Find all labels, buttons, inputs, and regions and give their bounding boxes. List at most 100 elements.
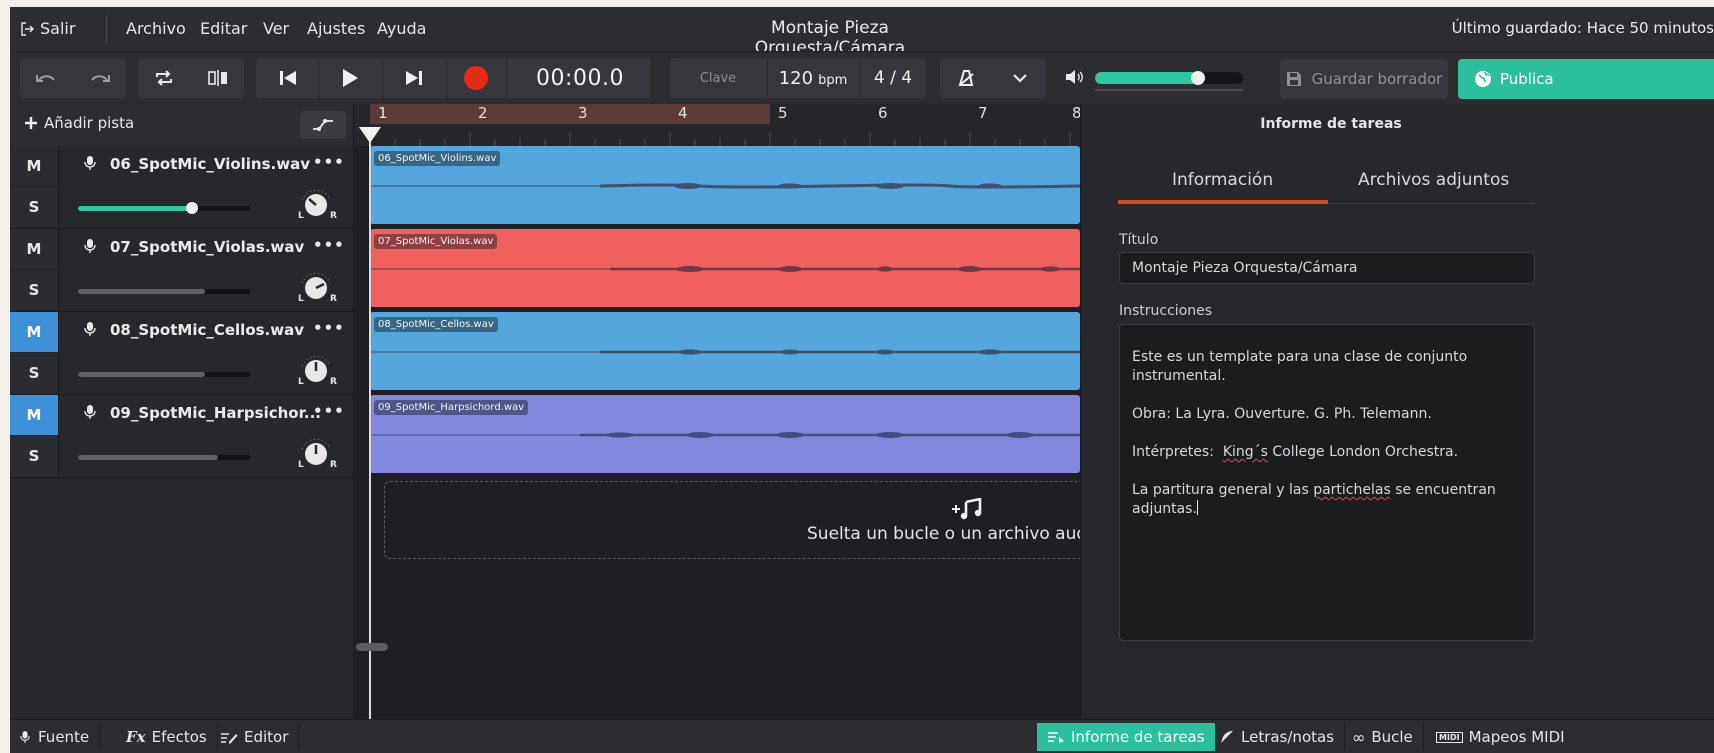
redo-button[interactable]: [74, 58, 126, 98]
playhead[interactable]: [369, 130, 371, 720]
horizontal-scrollbar[interactable]: [356, 643, 388, 651]
track-row[interactable]: M S 08_SpotMic_Cellos.wav ••• L R: [10, 312, 354, 395]
bar-number: 7: [978, 104, 988, 122]
track-volume-slider[interactable]: [78, 289, 250, 294]
mute-button[interactable]: M: [10, 312, 59, 352]
skip-back-button[interactable]: [262, 58, 314, 98]
solo-button[interactable]: S: [10, 353, 59, 393]
metronome-button[interactable]: [940, 58, 992, 98]
source-button[interactable]: Fuente: [10, 723, 101, 751]
menu-ajustes[interactable]: Ajustes: [307, 19, 365, 38]
mute-button[interactable]: M: [10, 229, 59, 269]
pan-knob[interactable]: L R: [296, 437, 337, 471]
toolbar-separator: [318, 58, 319, 98]
redo-icon: [89, 72, 111, 84]
key-selector[interactable]: Clave: [670, 58, 766, 98]
solo-button[interactable]: S: [10, 187, 59, 227]
master-volume-handle[interactable]: [1191, 71, 1205, 85]
midi-mappings-button[interactable]: MIDI Mapeos MIDI: [1426, 723, 1575, 751]
add-track-button[interactable]: Añadir pista: [24, 114, 134, 132]
editor-button[interactable]: Editor: [210, 723, 300, 751]
volume-meter: [1095, 89, 1243, 91]
loop-button[interactable]: ∞ Bucle: [1342, 723, 1424, 751]
save-draft-button[interactable]: Guardar borrador: [1280, 59, 1448, 99]
drop-zone[interactable]: Suelta un bucle o un archivo audi: [384, 481, 1092, 559]
track-volume-handle[interactable]: [186, 202, 198, 214]
exit-button[interactable]: Salir: [20, 19, 75, 38]
menu-archivo[interactable]: Archivo: [126, 19, 186, 38]
publish-button[interactable]: Publica: [1458, 59, 1714, 99]
solo-button[interactable]: S: [10, 436, 59, 476]
instructions-text: La partitura general y las: [1132, 482, 1314, 498]
metronome-options-button[interactable]: [994, 58, 1046, 98]
track-volume-slider[interactable]: [78, 372, 250, 377]
menu-bar: Salir Archivo Editar Ver Ajustes Ayuda M…: [10, 7, 1714, 58]
menu-ayuda[interactable]: Ayuda: [377, 19, 426, 38]
task-report-button[interactable]: Informe de tareas: [1037, 723, 1216, 751]
globe-icon: [1474, 70, 1492, 88]
spelling-error: King´s: [1222, 444, 1268, 460]
solo-button[interactable]: S: [10, 270, 59, 310]
more-options-icon[interactable]: •••: [313, 236, 345, 254]
loop-toggle-button[interactable]: [138, 58, 190, 98]
loop-region[interactable]: [370, 104, 770, 124]
menu-separator: [106, 15, 107, 43]
add-track-label: Añadir pista: [44, 114, 135, 132]
metronome-icon: [956, 69, 976, 87]
track-lanes: 06_SpotMic_Violins.wav 07_SpotMic_Violas…: [354, 146, 1092, 719]
menu-editar[interactable]: Editar: [200, 19, 247, 38]
midi-icon: MIDI: [1436, 731, 1463, 743]
audio-clip[interactable]: 08_SpotMic_Cellos.wav: [370, 312, 1080, 390]
chevron-down-icon: [1012, 73, 1028, 83]
more-options-icon[interactable]: •••: [313, 402, 345, 420]
time-signature-field[interactable]: 4 / 4: [860, 58, 926, 98]
pan-knob[interactable]: L R: [296, 354, 337, 388]
audio-clip[interactable]: 07_SpotMic_Violas.wav: [370, 229, 1080, 307]
task-report-panel: Informe de tareas Información Archivos a…: [1080, 104, 1714, 719]
master-volume-slider[interactable]: [1095, 71, 1243, 85]
more-options-icon[interactable]: •••: [313, 153, 345, 171]
audio-clip[interactable]: 09_SpotMic_Harpsichord.wav: [370, 395, 1080, 473]
tab-archivos-adjuntos[interactable]: Archivos adjuntos: [1358, 170, 1509, 190]
timeline-ruler[interactable]: 1 2 3 4 5 6 7 8: [354, 104, 1082, 146]
track-name[interactable]: 08_SpotMic_Cellos.wav: [110, 321, 304, 339]
playhead-handle[interactable]: [359, 127, 381, 143]
pan-knob[interactable]: L R: [296, 188, 337, 222]
menu-ver[interactable]: Ver: [263, 19, 289, 38]
track-row[interactable]: M S 09_SpotMic_Harpsichor... ••• L R: [10, 395, 354, 478]
lyrics-notes-button[interactable]: Letras/notas: [1209, 723, 1346, 751]
split-button[interactable]: [192, 58, 244, 98]
track-name[interactable]: 07_SpotMic_Violas.wav: [110, 238, 304, 256]
audio-clip[interactable]: 06_SpotMic_Violins.wav: [370, 146, 1080, 224]
record-button[interactable]: [464, 66, 488, 90]
plus-icon: [24, 116, 38, 130]
track-row[interactable]: M S 06_SpotMic_Violins.wav ••• L R: [10, 146, 354, 229]
title-field[interactable]: Montaje Pieza Orquesta/Cámara: [1119, 252, 1535, 284]
pan-knob[interactable]: L R: [296, 271, 337, 305]
track-volume-slider[interactable]: [78, 202, 250, 214]
track-row[interactable]: M S 07_SpotMic_Violas.wav ••• L R: [10, 229, 354, 312]
last-saved-status: Último guardado: Hace 50 minutos: [1451, 19, 1714, 37]
undo-button[interactable]: [20, 58, 72, 98]
editor-icon: [220, 730, 238, 744]
skip-forward-button[interactable]: [388, 58, 440, 98]
microphone-icon: [84, 238, 96, 254]
automation-button[interactable]: [300, 111, 346, 139]
feather-icon: [1219, 730, 1235, 744]
tab-informacion[interactable]: Información: [1172, 170, 1273, 190]
microphone-icon: [20, 730, 30, 744]
play-button[interactable]: [324, 58, 376, 98]
mute-button[interactable]: M: [10, 395, 59, 435]
pan-right-label: R: [330, 211, 337, 221]
instructions-field[interactable]: Este es un template para una clase de co…: [1119, 324, 1535, 641]
save-icon: [1286, 71, 1302, 87]
drop-zone-text: Suelta un bucle o un archivo audi: [807, 524, 1092, 544]
track-name[interactable]: 06_SpotMic_Violins.wav: [110, 155, 310, 173]
track-name[interactable]: 09_SpotMic_Harpsichor...: [110, 404, 321, 422]
clip-label: 07_SpotMic_Violas.wav: [374, 234, 498, 249]
track-volume-slider[interactable]: [78, 455, 250, 460]
effects-button[interactable]: Fx Efectos: [116, 723, 218, 751]
more-options-icon[interactable]: •••: [313, 319, 345, 337]
tempo-field[interactable]: 120 bpm: [768, 58, 858, 98]
mute-button[interactable]: M: [10, 146, 59, 186]
